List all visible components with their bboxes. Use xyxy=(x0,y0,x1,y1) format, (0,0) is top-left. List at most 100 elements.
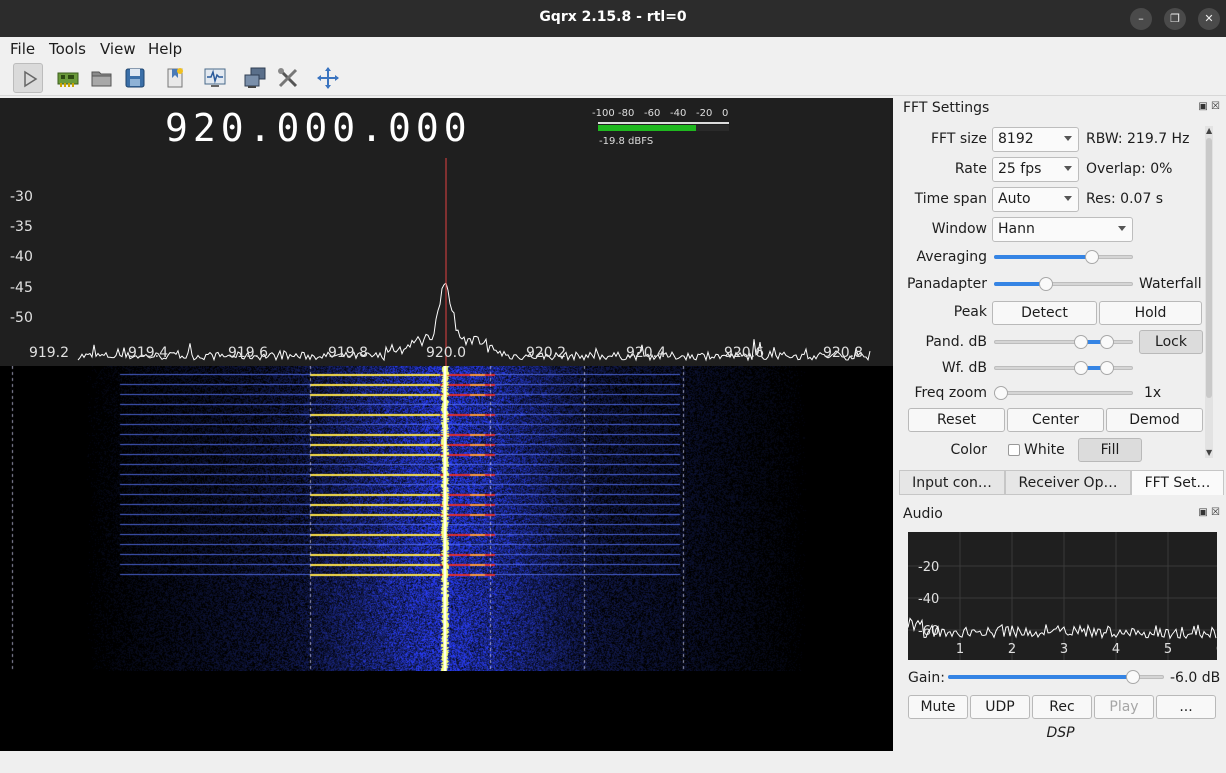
monitor-signal-icon xyxy=(204,68,226,87)
hold-button[interactable]: Hold xyxy=(1099,301,1202,325)
rec-button[interactable]: Rec xyxy=(1032,695,1092,719)
slider-groove xyxy=(994,391,1133,395)
tab-input-controls[interactable]: Input con… xyxy=(899,470,1005,495)
slider-handle-low[interactable] xyxy=(1074,335,1088,349)
audio-dock-buttons[interactable]: ▣ ☒ xyxy=(1198,507,1220,518)
time-span-value: Auto xyxy=(998,191,1031,207)
audio-freq-label: 1 xyxy=(956,642,964,657)
gain-slider[interactable] xyxy=(948,669,1164,685)
color-label: Color xyxy=(950,442,987,458)
scrollbar-thumb[interactable] xyxy=(1206,138,1212,398)
chevron-down-icon xyxy=(1064,136,1072,141)
audio-title: Audio xyxy=(903,506,943,522)
scroll-up-icon[interactable]: ▲ xyxy=(1206,126,1212,135)
freq-axis-label: 919.8 xyxy=(328,345,368,361)
lock-button[interactable]: Lock xyxy=(1139,330,1203,354)
overlap-text: Overlap: 0% xyxy=(1086,161,1173,177)
reset-button[interactable]: Reset xyxy=(908,408,1005,432)
start-dsp-button[interactable] xyxy=(13,63,43,93)
fill-button[interactable]: Fill xyxy=(1078,438,1142,462)
udp-button[interactable]: UDP xyxy=(970,695,1030,719)
window-title: Gqrx 2.15.8 - rtl=0 xyxy=(539,9,687,25)
freq-axis-label: 920.6 xyxy=(724,345,764,361)
title-bar: Gqrx 2.15.8 - rtl=0 – ❐ ✕ xyxy=(0,0,1226,37)
slider-handle[interactable] xyxy=(1126,670,1140,684)
spectrum-area: 920.000.000 -100 -80 -60 -40 -20 0 -19.8 dBFS… xyxy=(0,98,893,751)
db-axis-label: -45 xyxy=(10,280,33,296)
network-button[interactable] xyxy=(240,63,270,93)
tab-fft-settings[interactable]: FFT Set… xyxy=(1131,470,1224,495)
peak-label: Peak xyxy=(953,304,987,320)
freq-axis-label: 919.6 xyxy=(228,345,268,361)
tab-receiver-options[interactable]: Receiver Op… xyxy=(1005,470,1131,495)
menu-help[interactable]: Help xyxy=(148,40,182,58)
white-checkbox[interactable] xyxy=(1008,444,1020,456)
rate-label: Rate xyxy=(954,161,987,177)
audio-spectrum: -20-40-60123456 xyxy=(908,532,1217,660)
minimize-button[interactable]: – xyxy=(1130,8,1152,30)
res-text: Res: 0.07 s xyxy=(1086,191,1164,207)
folder-icon xyxy=(91,71,112,87)
scroll-down-icon[interactable]: ▼ xyxy=(1206,448,1212,457)
bookmarks-button[interactable] xyxy=(160,63,190,93)
window-value: Hann xyxy=(998,221,1035,237)
menu-file[interactable]: File xyxy=(10,40,35,58)
window-label: Window xyxy=(931,221,987,237)
wf-db-range-slider[interactable] xyxy=(994,360,1133,376)
freq-axis-label: 919.2 xyxy=(29,345,69,361)
maximize-button[interactable]: ❐ xyxy=(1164,8,1186,30)
freq-axis-label: 920.4 xyxy=(626,345,666,361)
center-button[interactable]: Center xyxy=(1007,408,1104,432)
slider-handle[interactable] xyxy=(994,386,1008,400)
rbw-text: RBW: 219.7 Hz xyxy=(1086,131,1190,147)
menu-view[interactable]: View xyxy=(100,40,136,58)
slider-handle-low[interactable] xyxy=(1074,361,1088,375)
averaging-slider[interactable] xyxy=(994,249,1133,265)
remote-control-button[interactable] xyxy=(200,63,230,93)
audio-options-button[interactable]: ... xyxy=(1156,695,1216,719)
freq-zoom-slider[interactable] xyxy=(994,385,1133,401)
slider-handle-high[interactable] xyxy=(1100,361,1114,375)
fft-size-select[interactable]: 8192 xyxy=(992,127,1079,152)
chevron-down-icon xyxy=(1064,196,1072,201)
time-span-select[interactable]: Auto xyxy=(992,187,1079,212)
window-select[interactable]: Hann xyxy=(992,217,1133,242)
dsp-label: DSP xyxy=(1046,725,1075,741)
fullscreen-button[interactable] xyxy=(313,63,343,93)
fft-scrollbar[interactable]: ▲ ▼ xyxy=(1205,126,1213,458)
slider-handle[interactable] xyxy=(1085,250,1099,264)
averaging-label: Averaging xyxy=(916,249,987,265)
fft-dock-buttons[interactable]: ▣ ☒ xyxy=(1198,101,1220,112)
io-devices-button[interactable] xyxy=(53,63,83,93)
play-button[interactable]: Play xyxy=(1094,695,1154,719)
spectrum-plot: -30 -35 -40 -45 -50 919.2 919.4 919.6 919.8 920.0… xyxy=(10,158,871,366)
side-panel: FFT Settings ▣ ☒ FFT size 8192 RBW: 219.… xyxy=(895,98,1226,751)
white-label: White xyxy=(1024,442,1065,458)
panadapter[interactable]: 920.000.000 -100 -80 -60 -40 -20 0 -19.8 dBFS… xyxy=(0,98,893,366)
pand-db-range-slider[interactable] xyxy=(994,334,1133,350)
open-settings-button[interactable] xyxy=(87,63,117,93)
chevron-down-icon xyxy=(1118,226,1126,231)
menu-bar: File Tools View Help xyxy=(0,37,1226,60)
time-span-label: Time span xyxy=(914,191,987,207)
close-button[interactable]: ✕ xyxy=(1198,8,1220,30)
settings-button[interactable] xyxy=(273,63,303,93)
demod-button[interactable]: Demod xyxy=(1106,408,1203,432)
db-axis-label: -50 xyxy=(10,310,33,326)
audio-freq-label: 2 xyxy=(1008,642,1016,657)
pan-wf-split-slider[interactable] xyxy=(994,276,1133,292)
menu-tools[interactable]: Tools xyxy=(49,40,86,58)
gain-label: Gain: xyxy=(908,670,945,686)
save-settings-button[interactable] xyxy=(120,63,150,93)
play-icon xyxy=(24,70,38,88)
rate-select[interactable]: 25 fps xyxy=(992,157,1079,182)
audio-freq-label: 6 xyxy=(1216,642,1217,657)
slider-handle-high[interactable] xyxy=(1100,335,1114,349)
audio-freq-label: 4 xyxy=(1112,642,1120,657)
slider-handle[interactable] xyxy=(1039,277,1053,291)
detect-button[interactable]: Detect xyxy=(992,301,1097,325)
mute-button[interactable]: Mute xyxy=(908,695,968,719)
waterfall[interactable] xyxy=(0,366,893,671)
freq-axis-label: 920.8 xyxy=(823,345,863,361)
wf-db-label: Wf. dB xyxy=(941,360,987,376)
